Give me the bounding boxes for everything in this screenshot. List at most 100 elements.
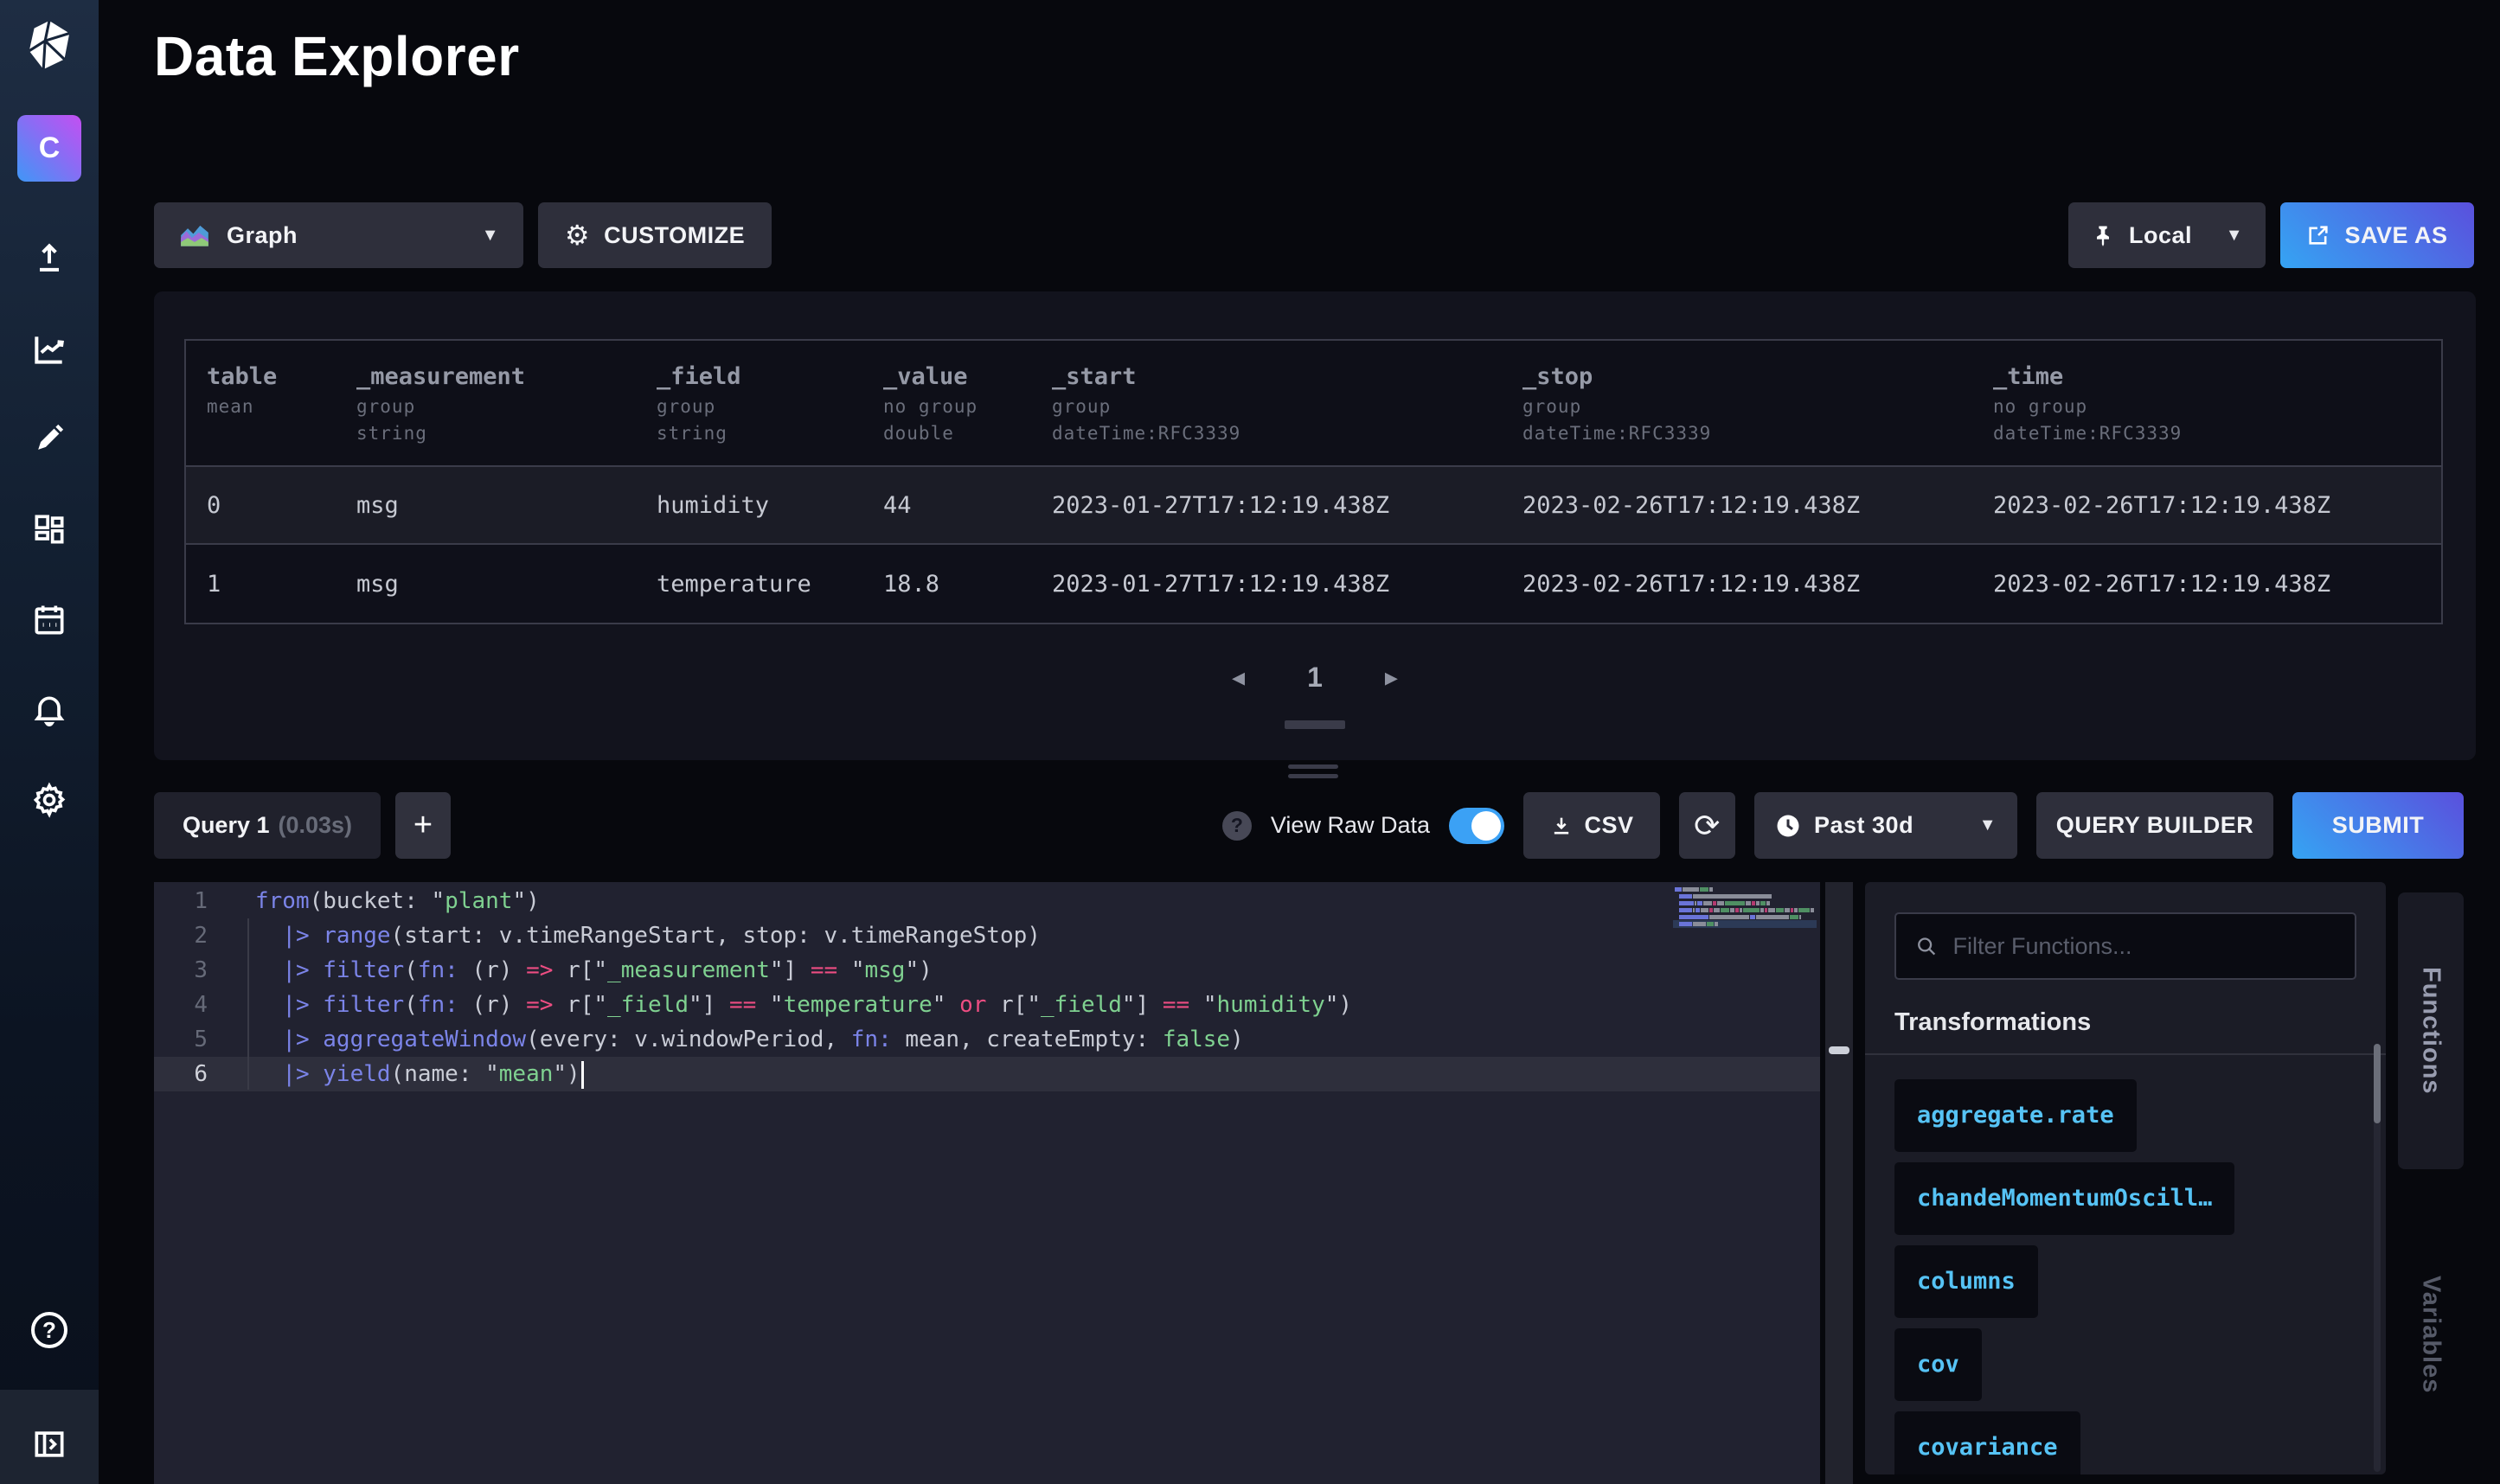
customize-label: CUSTOMIZE [604,222,745,249]
section-divider [1865,1053,2386,1055]
view-raw-data-label: View Raw Data [1271,812,1430,839]
code-line[interactable]: 6 |> yield(name: "mean") [154,1057,1820,1091]
tab-functions[interactable]: Functions [2398,892,2464,1169]
refresh-button[interactable]: ⟳ [1679,792,1735,859]
code-line[interactable]: 3 |> filter(fn: (r) => r["_measurement"]… [154,953,1820,988]
column-header: _startgroupdateTime:RFC3339 [1031,341,1502,465]
time-range-dropdown[interactable]: Past 30d ▼ [1754,792,2017,859]
page-number[interactable]: 1 [1307,662,1323,694]
code-line[interactable]: 1from(bucket: "plant") [154,884,1820,918]
table-cell: 2023-02-26T17:12:19.438Z [1972,571,2441,598]
editor-minimap[interactable] [1675,887,1815,929]
customize-button[interactable]: ⚙ CUSTOMIZE [538,202,772,268]
pin-icon [2091,223,2115,247]
query-builder-label: QUERY BUILDER [2056,812,2254,839]
scrollbar-thumb[interactable] [2374,1044,2381,1123]
flux-code-editor[interactable]: 1from(bucket: "plant")2 |> range(start: … [154,882,1820,1484]
graph-icon[interactable] [29,329,70,370]
table-cell: 2023-02-26T17:12:19.438Z [1972,492,2441,519]
table-header-row: tablemean_measurementgroupstring_fieldgr… [186,341,2441,467]
chevron-down-icon: ▼ [1979,816,1997,835]
line-number: 5 [154,1022,208,1057]
submit-button[interactable]: SUBMIT [2292,792,2464,859]
page-title: Data Explorer [154,24,520,88]
section-title: Transformations [1894,1008,2091,1037]
view-type-label: Graph [227,222,298,249]
function-pill[interactable]: chandeMomentumOscill… [1894,1162,2234,1235]
table-row: 1msgtemperature18.82023-01-27T17:12:19.4… [186,545,2441,623]
editor-panel-divider[interactable] [1825,882,1853,1484]
column-header: tablemean [186,341,336,465]
column-header: _fieldgroupstring [636,341,862,465]
local-label: Local [2129,222,2192,249]
raw-data-table: tablemean_measurementgroupstring_fieldgr… [184,339,2443,624]
export-icon [2306,223,2330,247]
function-pill[interactable]: aggregate.rate [1894,1079,2137,1152]
function-pill[interactable]: covariance [1894,1411,2080,1474]
table-cell: 2023-01-27T17:12:19.438Z [1031,571,1502,598]
local-dropdown[interactable]: Local ▼ [2068,202,2266,268]
query-tab-label: Query 1 [183,812,270,839]
query-builder-button[interactable]: QUERY BUILDER [2036,792,2273,859]
query-tab[interactable]: Query 1 (0.03s) [154,792,381,859]
column-header: _timeno groupdateTime:RFC3339 [1972,341,2441,465]
csv-button[interactable]: CSV [1523,792,1660,859]
column-header: _valueno groupdouble [862,341,1031,465]
calendar-icon[interactable] [29,599,70,641]
table-cell: 44 [862,492,1031,519]
tab-variables[interactable]: Variables [2398,1261,2464,1408]
next-page-icon[interactable]: ▸ [1385,662,1398,693]
gear-icon[interactable] [29,779,70,821]
submit-label: SUBMIT [2332,812,2425,839]
chevron-down-icon: ▼ [482,226,499,246]
search-icon [1915,934,1938,958]
bell-icon[interactable] [29,690,70,732]
prev-page-icon[interactable]: ◂ [1232,662,1245,693]
column-header: _measurementgroupstring [336,341,636,465]
function-pill[interactable]: columns [1894,1245,2038,1318]
line-number: 1 [154,884,208,918]
table-cell: 1 [186,571,336,598]
line-number: 3 [154,953,208,988]
save-as-button[interactable]: SAVE AS [2280,202,2474,268]
table-cell: 2023-01-27T17:12:19.438Z [1031,492,1502,519]
refresh-icon: ⟳ [1694,808,1721,844]
function-pill[interactable]: cov [1894,1328,1982,1401]
query-bar: Query 1 (0.03s) + ? View Raw Data CSV ⟳ … [154,792,2464,859]
data-explorer-page: C ? Data Explorer Graph ▼ ⚙ CUSTOMIZE [0,0,2500,1484]
functions-panel: Transformations aggregate.rate chandeMome… [1865,882,2386,1474]
indent-guide [247,918,249,1090]
view-raw-data-toggle[interactable] [1449,808,1504,844]
line-number: 4 [154,988,208,1022]
divider-drag-handle[interactable] [1829,1046,1849,1054]
code-line[interactable]: 4 |> filter(fn: (r) => r["_field"] == "t… [154,988,1820,1022]
pagination: ◂ 1 ▸ [154,662,2476,694]
area-chart-icon [178,221,211,249]
panel-resize-handle[interactable] [1288,764,1338,784]
table-cell: 2023-02-26T17:12:19.438Z [1502,492,1972,519]
time-range-label: Past 30d [1814,812,1913,839]
pencil-icon[interactable] [29,418,70,459]
clock-icon [1775,813,1801,839]
table-body: 0msghumidity442023-01-27T17:12:19.438Z20… [186,467,2441,623]
influxdb-logo-icon[interactable] [22,19,76,73]
help-icon[interactable]: ? [31,1312,67,1348]
chevron-down-icon: ▼ [2226,226,2243,246]
table-cell: 0 [186,492,336,519]
org-avatar[interactable]: C [17,115,81,182]
table-cell: msg [336,492,636,519]
filter-functions-search[interactable] [1894,912,2356,980]
raw-data-panel: tablemean_measurementgroupstring_fieldgr… [154,291,2476,760]
sidebar: C ? [0,0,99,1484]
view-type-dropdown[interactable]: Graph ▼ [154,202,523,268]
code-line[interactable]: 5 |> aggregateWindow(every: v.windowPeri… [154,1022,1820,1057]
table-row: 0msghumidity442023-01-27T17:12:19.438Z20… [186,467,2441,545]
function-list: aggregate.rate chandeMomentumOscill… colum… [1894,1079,2234,1474]
dashboards-icon[interactable] [29,509,70,550]
code-line[interactable]: 2 |> range(start: v.timeRangeStart, stop… [154,918,1820,953]
upload-icon[interactable] [29,238,70,279]
search-input[interactable] [1953,933,2337,960]
expand-sidebar-icon[interactable] [29,1423,70,1465]
raw-data-help-icon[interactable]: ? [1222,811,1252,841]
add-query-button[interactable]: + [395,792,451,859]
